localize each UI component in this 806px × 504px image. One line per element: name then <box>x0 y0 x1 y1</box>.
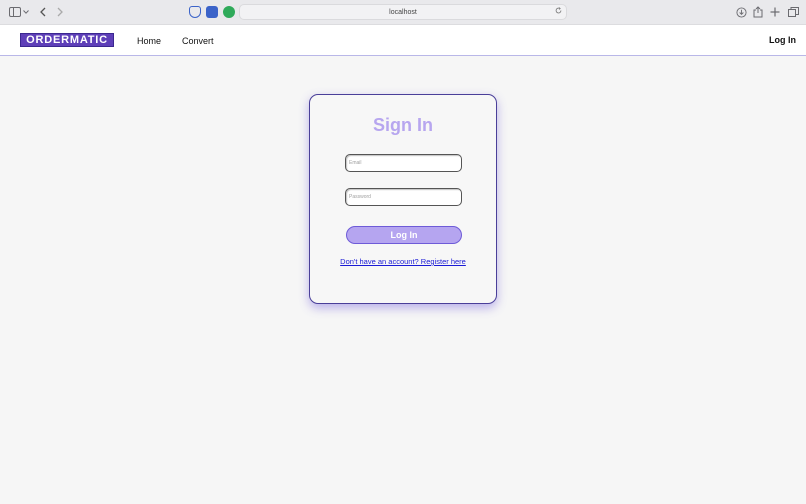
login-button[interactable]: Log In <box>346 226 462 244</box>
sign-in-card: Sign In Log In Don't have an account? Re… <box>309 94 497 304</box>
app-navbar: ORDERMATIC Home Convert Log In <box>0 25 806 56</box>
forward-icon[interactable] <box>53 5 67 19</box>
back-icon[interactable] <box>36 5 50 19</box>
reload-icon[interactable] <box>555 7 562 16</box>
nav-link-convert[interactable]: Convert <box>182 36 214 46</box>
password-field[interactable] <box>345 188 462 206</box>
browser-toolbar: localhost <box>0 0 806 25</box>
nav-login-link[interactable]: Log In <box>769 35 796 45</box>
nav-link-home[interactable]: Home <box>137 36 161 46</box>
tab-overview-icon[interactable] <box>786 5 800 19</box>
download-icon[interactable] <box>734 5 748 19</box>
address-bar[interactable]: localhost <box>239 4 567 20</box>
email-field[interactable] <box>345 154 462 172</box>
share-icon[interactable] <box>751 5 765 19</box>
page-title: Sign In <box>373 115 433 135</box>
reader-extension-icon[interactable] <box>206 6 218 18</box>
logo[interactable]: ORDERMATIC <box>20 33 114 47</box>
grammar-extension-icon[interactable] <box>223 6 235 18</box>
chevron-down-icon[interactable] <box>21 5 31 19</box>
address-text: localhost <box>389 8 417 16</box>
shield-extension-icon[interactable] <box>189 6 201 18</box>
sidebar-toggle-icon[interactable] <box>8 5 22 19</box>
new-tab-icon[interactable] <box>768 5 782 19</box>
register-link[interactable]: Don't have an account? Register here <box>310 257 496 266</box>
